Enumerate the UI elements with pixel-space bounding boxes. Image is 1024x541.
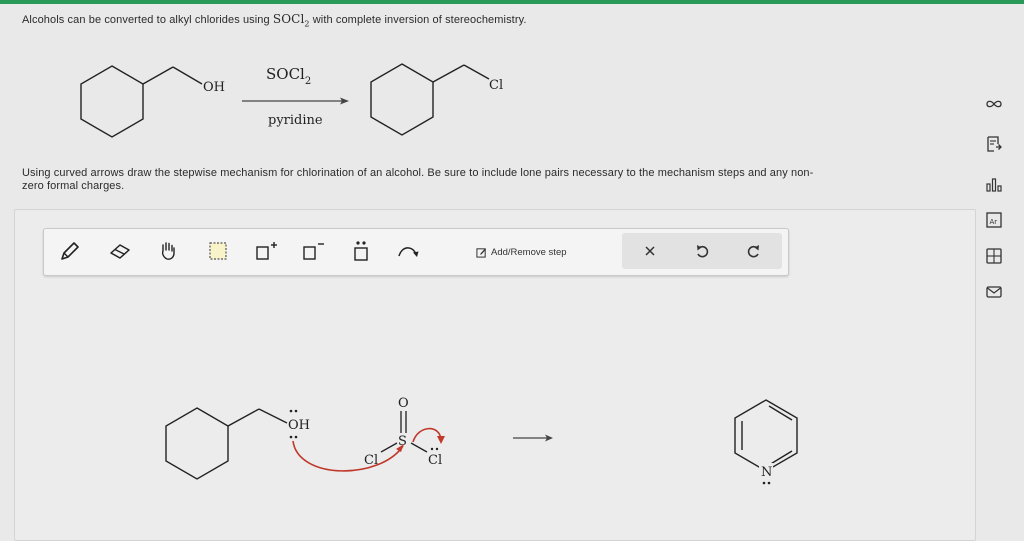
periodic-element-icon: Ar	[986, 212, 1002, 228]
add-remove-step-button[interactable]: Add/Remove step	[476, 243, 567, 261]
s-cl-right-bond	[410, 442, 428, 453]
hand-tool[interactable]	[154, 237, 182, 265]
redo-icon	[747, 245, 759, 258]
positive-charge-icon	[256, 242, 277, 260]
lone-pair-dot	[294, 409, 298, 413]
negative-charge-icon	[303, 243, 324, 260]
infinity-link-icon	[986, 100, 1002, 108]
eraser-tool[interactable]	[106, 237, 134, 265]
eraser-icon	[110, 244, 130, 259]
bar-chart-icon	[986, 178, 1002, 192]
positive-charge-tool[interactable]	[252, 237, 280, 265]
calculator-icon	[986, 248, 1002, 264]
oxygen-label: O	[398, 396, 409, 411]
chart-button[interactable]	[982, 172, 1006, 196]
curved-arrow-icon	[398, 247, 419, 257]
lone-pair-dot	[289, 435, 293, 439]
add-remove-step-label: Add/Remove step	[491, 246, 567, 258]
pencil-tool[interactable]	[56, 237, 84, 265]
lone-pair-dot	[767, 481, 771, 485]
lone-pair-dot	[762, 481, 766, 485]
select-box-tool[interactable]	[204, 237, 232, 265]
pyridine-ring	[734, 399, 798, 472]
clear-button[interactable]	[636, 237, 664, 265]
link-button[interactable]	[982, 92, 1006, 116]
drawing-toolbar: Add/Remove step	[43, 228, 789, 276]
curved-arrow-s-to-cl[interactable]	[412, 427, 442, 443]
lone-pair-dot	[435, 447, 439, 451]
close-icon	[645, 246, 655, 256]
alcohol-ring	[165, 407, 229, 480]
chlorine-right-label: Cl	[428, 453, 442, 468]
redo-button[interactable]	[740, 237, 768, 265]
lone-pair-dot	[430, 447, 434, 451]
curved-arrow-tool[interactable]	[394, 237, 422, 265]
curved-arrow-oh-to-s[interactable]	[292, 440, 404, 472]
edit-icon	[476, 247, 487, 258]
hand-icon	[161, 242, 175, 260]
nitrogen-label: N	[761, 465, 772, 480]
alcohol-oh-label: OH	[288, 418, 310, 433]
periodic-table-button[interactable]: Ar	[982, 208, 1006, 232]
mail-icon	[986, 286, 1002, 298]
svg-text:Ar: Ar	[990, 218, 998, 226]
curved-arrow-head	[437, 436, 445, 444]
undo-icon	[697, 245, 709, 258]
undo-button[interactable]	[688, 237, 716, 265]
lone-pair-dot	[289, 409, 293, 413]
calculator-button[interactable]	[982, 244, 1006, 268]
notes-icon	[987, 136, 1002, 152]
selection-box-icon	[209, 242, 227, 260]
pencil-icon	[61, 242, 79, 260]
lone-pair-icon	[354, 241, 368, 261]
message-button[interactable]	[982, 280, 1006, 304]
alcohol-bond-1	[227, 408, 260, 427]
notes-button[interactable]	[982, 132, 1006, 156]
toolbar-action-group	[622, 233, 782, 269]
alcohol-bond-2	[258, 408, 288, 424]
lone-pair-dot	[294, 435, 298, 439]
negative-charge-tool[interactable]	[299, 237, 327, 265]
lone-pair-tool[interactable]	[347, 237, 375, 265]
s-cl-left-bond	[380, 442, 398, 453]
